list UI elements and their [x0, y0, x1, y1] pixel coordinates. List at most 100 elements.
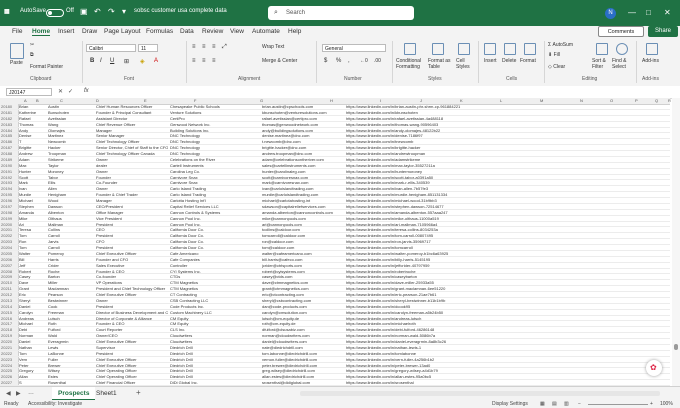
tab-help[interactable]: Help — [288, 28, 301, 35]
column-header-o[interactable]: O — [610, 98, 613, 103]
formula-input[interactable] — [96, 88, 666, 96]
column-header-g[interactable]: G — [260, 98, 263, 103]
sheet-tab-sheet1[interactable]: Sheet1 — [90, 387, 123, 400]
worksheet-grid[interactable]: 20180 Brian Austin Chief Human Resources Of… — [0, 104, 670, 386]
redo-icon[interactable]: ↷ — [108, 7, 115, 17]
column-header-k[interactable]: K — [460, 98, 463, 103]
tab-draw[interactable]: Draw — [82, 28, 97, 35]
tab-view[interactable]: View — [230, 28, 244, 35]
more-sheets-icon[interactable]: … — [28, 390, 34, 396]
find-select-button[interactable]: Find & Select — [612, 58, 634, 70]
column-header-q[interactable]: Q — [655, 98, 658, 103]
align-left-icon[interactable]: ≡ — [192, 58, 196, 64]
vertical-scrollbar[interactable] — [672, 98, 680, 386]
column-header-p[interactable]: P — [635, 98, 638, 103]
align-middle-icon[interactable]: ≡ — [202, 44, 206, 50]
sort-filter-button[interactable]: Sort & Filter — [592, 58, 612, 70]
borders-icon[interactable]: ⊞ — [124, 58, 129, 65]
number-format-select[interactable]: General — [322, 44, 386, 52]
decrease-decimal-icon[interactable]: .00 — [374, 58, 381, 64]
tab-page-layout[interactable]: Page Layout — [104, 28, 141, 35]
name-box[interactable]: J20147 — [6, 88, 52, 96]
column-header-r[interactable]: R — [668, 98, 671, 103]
avatar[interactable]: N — [605, 8, 616, 19]
zoom-in-icon[interactable]: + — [650, 401, 653, 407]
format-painter-button[interactable]: Format Painter — [30, 64, 63, 70]
cancel-icon[interactable]: ✕ — [58, 88, 63, 95]
font-name-select[interactable]: Calibri — [86, 44, 136, 52]
format-as-table-icon[interactable] — [432, 43, 444, 55]
horizontal-scrollbar[interactable] — [300, 391, 660, 396]
copilot-button[interactable]: ✿ — [646, 360, 662, 376]
comments-button[interactable]: Comments — [598, 26, 644, 37]
insert-cells-button[interactable]: Insert — [484, 58, 497, 64]
paste-icon[interactable] — [10, 43, 24, 59]
add-ins-icon[interactable] — [646, 43, 658, 55]
fill-color-icon[interactable]: ◈ — [140, 58, 145, 65]
column-header-c[interactable]: C — [60, 98, 63, 103]
conditional-formatting-icon[interactable] — [404, 43, 416, 55]
cell-styles-button[interactable]: Cell Styles — [456, 58, 476, 70]
sheet-tab-prospects[interactable]: Prospects — [52, 387, 96, 400]
tab-file[interactable]: File — [12, 28, 22, 35]
page-break-view-icon[interactable]: ▥ — [564, 401, 569, 407]
align-bottom-icon[interactable]: ≡ — [212, 44, 216, 50]
column-header-j[interactable]: J — [420, 98, 422, 103]
percent-style-icon[interactable]: % — [336, 58, 341, 64]
insert-cells-icon[interactable] — [484, 43, 496, 55]
insert-function-icon[interactable]: fx — [84, 88, 89, 94]
column-header-b[interactable]: B — [36, 98, 39, 103]
tab-review[interactable]: Review — [202, 28, 223, 35]
scrollbar-thumb[interactable] — [674, 344, 678, 350]
minimize-icon[interactable]: — — [628, 8, 636, 17]
zoom-level[interactable]: 100% — [660, 401, 673, 407]
maximize-icon[interactable]: □ — [646, 8, 651, 17]
sort-filter-icon[interactable] — [596, 43, 608, 55]
search-box[interactable]: ⌕ Search — [268, 6, 414, 20]
column-header-n[interactable]: N — [580, 98, 583, 103]
merge-center-button[interactable]: Merge & Center — [262, 58, 297, 64]
column-header-h[interactable]: H — [330, 98, 333, 103]
column-header-i[interactable]: I — [380, 98, 381, 103]
add-ins-button[interactable]: Add-ins — [642, 58, 659, 64]
add-sheet-icon[interactable]: + — [136, 388, 141, 397]
undo-icon[interactable]: ↶ — [94, 7, 101, 17]
align-top-icon[interactable]: ≡ — [192, 44, 196, 50]
column-header-a[interactable]: A — [24, 98, 27, 103]
column-header-e[interactable]: E — [144, 98, 147, 103]
column-header-l[interactable]: L — [500, 98, 502, 103]
display-settings[interactable]: Display Settings — [492, 401, 528, 407]
tab-insert[interactable]: Insert — [58, 28, 74, 35]
zoom-out-icon[interactable]: − — [578, 401, 581, 407]
share-button[interactable]: Share — [648, 26, 678, 37]
autosum-button[interactable]: Σ AutoSum — [548, 42, 573, 48]
column-header-d[interactable]: D — [96, 98, 99, 103]
copy-button[interactable]: ⧉ — [30, 52, 34, 58]
delete-cells-button[interactable]: Delete — [502, 58, 516, 64]
fill-button[interactable]: ⬇ Fill — [548, 52, 560, 58]
tab-data[interactable]: Data — [180, 28, 194, 35]
paste-button[interactable]: Paste — [10, 60, 23, 66]
page-layout-view-icon[interactable]: ▤ — [552, 401, 557, 407]
find-select-icon[interactable] — [616, 43, 628, 55]
autosave-toggle[interactable] — [46, 9, 64, 17]
format-cells-icon[interactable] — [524, 43, 536, 55]
underline-button[interactable]: U — [110, 58, 114, 64]
save-icon[interactable]: ▣ — [80, 7, 88, 17]
column-header-m[interactable]: M — [540, 98, 543, 103]
close-icon[interactable]: ✕ — [664, 8, 671, 17]
comma-style-icon[interactable]: , — [348, 58, 350, 64]
align-center-icon[interactable]: ≡ — [202, 58, 206, 64]
increase-decimal-icon[interactable]: ←0 — [360, 58, 368, 64]
accessibility-status[interactable]: Accessibility: Investigate — [28, 401, 82, 407]
file-name[interactable]: sobsc customer usa complete data — [134, 8, 227, 14]
normal-view-icon[interactable]: ▦ — [540, 401, 545, 407]
bold-button[interactable]: B — [90, 58, 94, 64]
cell-styles-icon[interactable] — [458, 43, 470, 55]
align-right-icon[interactable]: ≡ — [212, 58, 216, 64]
delete-cells-icon[interactable] — [504, 43, 516, 55]
tab-automate[interactable]: Automate — [252, 28, 280, 35]
italic-button[interactable]: I — [100, 58, 102, 64]
clear-button[interactable]: ◇ Clear — [548, 64, 565, 70]
conditional-formatting-button[interactable]: Conditional Formatting — [396, 58, 426, 70]
